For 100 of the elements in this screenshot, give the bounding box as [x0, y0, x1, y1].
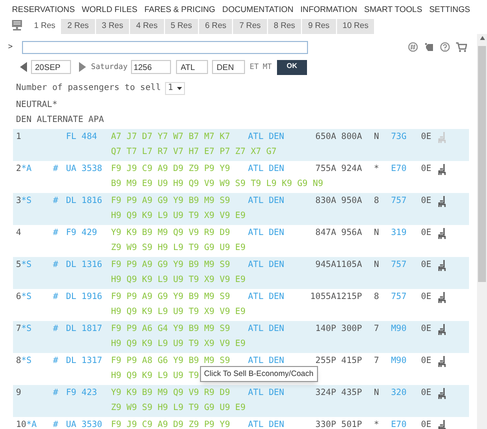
- next-arrow-icon[interactable]: [79, 62, 86, 72]
- class-availability[interactable]: H9 Q9 K9 L9 U9 T9: [111, 370, 199, 383]
- class-availability[interactable]: F9 P9 A9 G9 Y9 B9 M9 S9: [111, 195, 248, 208]
- line-number: 3*S: [16, 195, 33, 208]
- class-availability[interactable]: Z9 W9 S9 H9 L9 T9 G9 U9 E9: [111, 242, 246, 255]
- seat-icon[interactable]: [438, 292, 446, 303]
- flight-number[interactable]: DL 1916: [66, 291, 111, 304]
- stops: 0E: [421, 163, 432, 176]
- flight-number[interactable]: DL 1316: [66, 259, 111, 272]
- passengers-select[interactable]: 1: [164, 82, 186, 94]
- class-availability[interactable]: Y9 K9 B9 M9 Q9 V9 R9 D9: [111, 387, 248, 400]
- flight-number[interactable]: FL 484: [66, 131, 111, 144]
- previous-arrow-icon[interactable]: [20, 62, 27, 72]
- tag-icon[interactable]: [424, 42, 434, 52]
- menu-item[interactable]: SMART TOOLS: [364, 4, 422, 18]
- date-field[interactable]: 20SEP: [31, 60, 71, 74]
- flight-number[interactable]: DL 1817: [66, 323, 111, 336]
- hash-icon[interactable]: [408, 42, 418, 52]
- flight-number[interactable]: DL 1317: [66, 355, 111, 368]
- menu-item[interactable]: SETTINGS: [429, 4, 470, 18]
- class-availability[interactable]: H9 Q9 K9 L9 U9 T9 X9 V9 E9: [111, 210, 246, 223]
- seat-icon[interactable]: [438, 324, 446, 335]
- equipment[interactable]: 757: [391, 291, 421, 304]
- tab[interactable]: 8 Res: [268, 19, 302, 34]
- seat-icon[interactable]: [438, 260, 446, 271]
- class-availability[interactable]: B9 M9 E9 U9 H9 Q9 V9 W9 S9 T9 L9 K9 G9 N9: [111, 178, 324, 191]
- scrollbar[interactable]: [477, 34, 487, 429]
- flight-number[interactable]: UA 3530: [66, 419, 111, 429]
- route: ATL DEN: [248, 291, 286, 304]
- flight-row[interactable]: 3*S # DL 1816 F9 P9 A9 G9 Y9 B9 M9 S9 ATL DEN 830A 950A 8 757 0E H9 Q9 K9 L9 U9 T9 X9 V9 E9: [13, 193, 469, 225]
- seat-icon[interactable]: [438, 356, 446, 367]
- menu-item[interactable]: RESERVATIONS: [12, 4, 75, 18]
- menu-item[interactable]: DOCUMENTATION: [222, 4, 294, 18]
- equipment[interactable]: 319: [391, 227, 421, 240]
- route: ATL DEN: [248, 195, 286, 208]
- class-availability[interactable]: Y9 K9 B9 M9 Q9 V9 R9 D9: [111, 227, 248, 240]
- stops: 0E: [421, 131, 432, 144]
- tab[interactable]: 10 Res: [336, 19, 376, 34]
- class-availability[interactable]: F9 P9 A9 G9 Y9 B9 M9 S9: [111, 291, 248, 304]
- terminal-icon[interactable]: [11, 20, 23, 31]
- menu-item[interactable]: WORLD FILES: [82, 4, 138, 18]
- tab[interactable]: 3 Res: [96, 19, 130, 34]
- class-availability[interactable]: F9 P9 A8 G6 Y9 B9 M9 S9: [111, 355, 248, 368]
- equipment[interactable]: 757: [391, 195, 421, 208]
- scroll-up-icon[interactable]: [480, 36, 484, 40]
- stops: 0E: [421, 323, 432, 336]
- class-availability[interactable]: H9 Q9 K9 L9 U9 T9 X9 V9 E9: [111, 306, 246, 319]
- seat-icon[interactable]: [438, 388, 446, 399]
- line-number: 6*S: [16, 291, 33, 304]
- equipment[interactable]: M90: [391, 323, 421, 336]
- cart-icon[interactable]: [456, 42, 467, 52]
- route: ATL DEN: [248, 419, 286, 429]
- equipment[interactable]: 320: [391, 387, 421, 400]
- help-icon[interactable]: [440, 42, 450, 52]
- destination-field[interactable]: DEN: [212, 60, 245, 74]
- menu-item[interactable]: FARES & PRICING: [144, 4, 216, 18]
- command-field[interactable]: [22, 40, 308, 54]
- stops: 0E: [421, 291, 432, 304]
- equipment[interactable]: 757: [391, 259, 421, 272]
- tab[interactable]: 9 Res: [302, 19, 337, 34]
- line-number: 9: [16, 387, 22, 400]
- class-availability[interactable]: Z9 W9 S9 H9 L9 T9 G9 U9 E9: [111, 402, 246, 415]
- seat-icon[interactable]: [438, 228, 446, 239]
- flight-row[interactable]: 7*S # DL 1817 F9 P9 A6 G4 Y9 B9 M9 S9 ATL DEN 140P 300P 7 M90 0E H9 Q9 K9 L9 U9 T9 X9 V9 E9: [13, 321, 469, 353]
- times: 945A1105A: [314, 259, 362, 272]
- flight-number[interactable]: UA 3538: [66, 163, 111, 176]
- class-availability[interactable]: H9 Q9 K9 L9 U9 T9 X9 V9 E9: [111, 274, 246, 287]
- class-availability[interactable]: H9 Q9 K9 L9 U9 T9 X9 V9 E9: [111, 338, 246, 351]
- times: 847A 956A: [314, 227, 362, 240]
- class-availability[interactable]: F9 J9 C9 A9 D9 Z9 P9 Y9: [111, 419, 248, 429]
- menu-item[interactable]: INFORMATION: [300, 4, 358, 18]
- passengers-label: Number of passengers to sell: [16, 82, 161, 94]
- stops: 0E: [421, 419, 432, 429]
- tab[interactable]: 4 Res: [130, 19, 165, 34]
- seat-icon[interactable]: [438, 196, 446, 207]
- flight-row[interactable]: 1 FL 484 A7 J7 D7 Y7 W7 B7 M7 K7 ATL DEN 650A 800A N 73G 0E Q7 T7 L7 R7 V7 H7 E7 P7 Z7 X7 G7: [13, 129, 469, 161]
- stops: 0E: [421, 259, 432, 272]
- class-availability[interactable]: F9 P9 A6 G4 Y9 B9 M9 S9: [111, 323, 248, 336]
- flight-number[interactable]: F9 423: [66, 387, 111, 400]
- tab[interactable]: 5 Res: [164, 19, 199, 34]
- equipment[interactable]: E70: [391, 419, 421, 429]
- flight-number[interactable]: DL 1816: [66, 195, 111, 208]
- equipment[interactable]: 73G: [391, 131, 421, 144]
- meal-code: N: [372, 131, 380, 144]
- class-availability[interactable]: A7 J7 D7 Y7 W7 B7 M7 K7: [111, 131, 248, 144]
- equipment[interactable]: E70: [391, 163, 421, 176]
- class-availability[interactable]: F9 J9 C9 A9 D9 Z9 P9 Y9: [111, 163, 248, 176]
- class-availability[interactable]: F9 P9 A9 G9 Y9 B9 M9 S9: [111, 259, 248, 272]
- seat-icon[interactable]: [438, 420, 446, 429]
- tab[interactable]: 6 Res: [198, 19, 234, 34]
- tab[interactable]: 2 Res: [61, 19, 96, 34]
- equipment[interactable]: M90: [391, 355, 421, 368]
- time-field[interactable]: 1256: [130, 60, 171, 74]
- flight-number[interactable]: F9 429: [66, 227, 111, 240]
- origin-field[interactable]: ATL: [176, 60, 208, 74]
- tab[interactable]: 7 Res: [233, 19, 268, 34]
- seat-icon[interactable]: [438, 164, 446, 175]
- flight-row[interactable]: 9 # F9 423 Y9 K9 B9 M9 Q9 V9 R9 D9 ATL DEN 324P 435P N 320 0E Z9 W9 S9 H9 L9 T9 G9 U9 E9: [13, 385, 469, 417]
- class-availability[interactable]: Q7 T7 L7 R7 V7 H7 E7 P7 Z7 X7 G7: [111, 146, 277, 159]
- flight-row[interactable]: 5*S # DL 1316 F9 P9 A9 G9 Y9 B9 M9 S9 ATL DEN 945A1105A N 757 0E H9 Q9 K9 L9 U9 T9 X9 V9 E9: [13, 257, 469, 289]
